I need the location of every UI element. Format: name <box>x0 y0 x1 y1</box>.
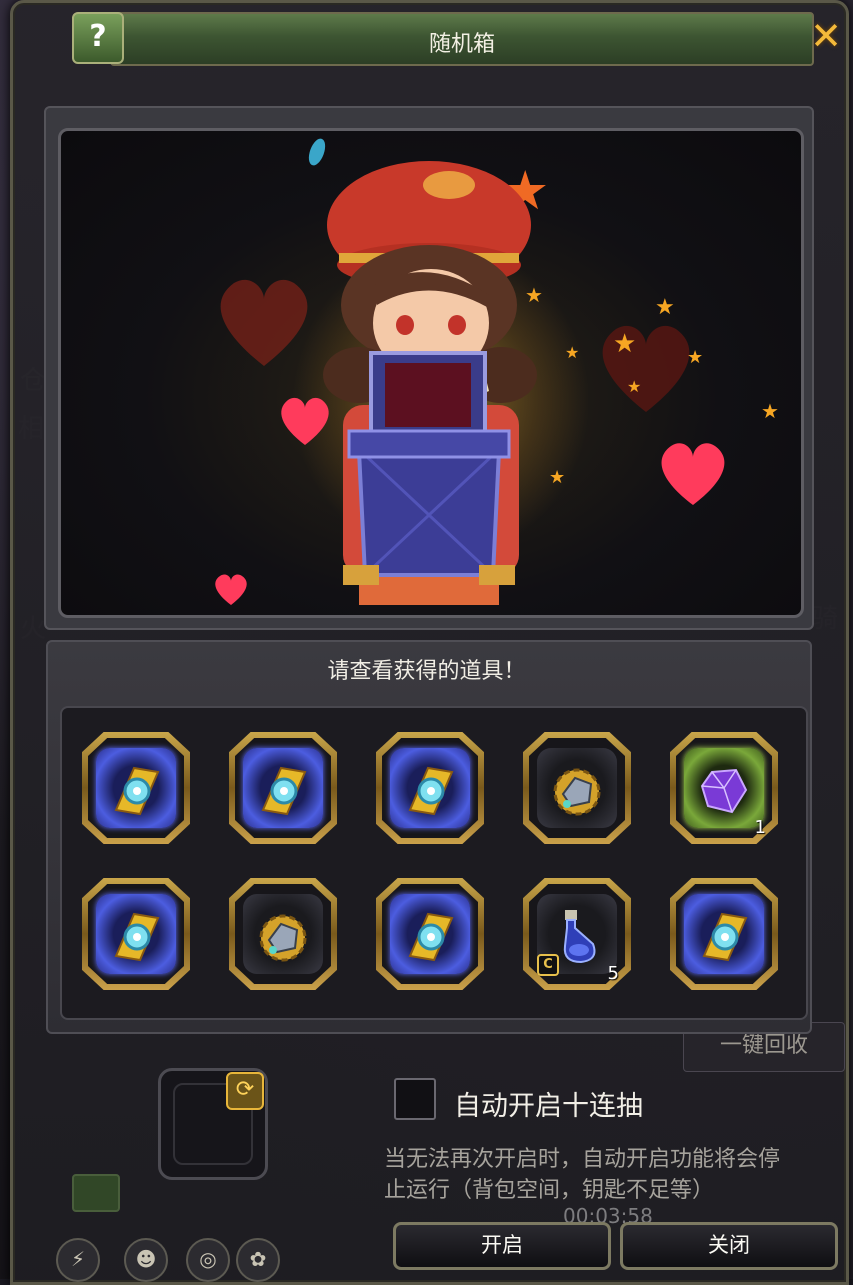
open-button[interactable]: 开启 <box>393 1222 611 1270</box>
item-slot[interactable] <box>82 732 190 844</box>
character-preview: ★ ★ ★ ★ ★ ★ ★ ★ ★ <box>58 128 804 618</box>
close-icon[interactable]: ✕ <box>806 14 846 58</box>
heart-icon <box>602 325 690 412</box>
item-slot[interactable] <box>376 878 484 990</box>
party-icon[interactable]: ☻ <box>124 1238 168 1282</box>
item-quantity: 5 <box>607 963 619 984</box>
item-slot[interactable] <box>376 732 484 844</box>
auto-open-label: 自动开启十连抽 <box>454 1091 643 1122</box>
character-holding-chest <box>323 161 537 605</box>
window-title: 随机箱 <box>428 32 495 57</box>
gold-compass-emblem-icon <box>261 766 307 816</box>
star-icon: ★ <box>761 399 779 423</box>
refresh-icon[interactable]: ⟳ <box>226 1072 264 1110</box>
item-slot[interactable] <box>229 878 337 990</box>
note-line: 止运行（背包空间，钥匙不足等） <box>384 1178 715 1203</box>
note-line: 当无法再次开启时，自动开启功能将会停 <box>384 1147 781 1172</box>
auto-open-note: 当无法再次开启时，自动开启功能将会停 止运行（背包空间，钥匙不足等） <box>384 1144 780 1206</box>
purple-crystal-icon <box>700 768 748 814</box>
item-slot[interactable] <box>670 878 778 990</box>
item-slot[interactable] <box>523 732 631 844</box>
close-button[interactable]: 关闭 <box>620 1222 838 1270</box>
auto-open-checkbox[interactable] <box>394 1078 436 1120</box>
heart-icon <box>661 443 725 505</box>
gold-compass-emblem-icon <box>114 766 160 816</box>
item-slot[interactable] <box>82 878 190 990</box>
bag-icon[interactable]: ◎ <box>186 1238 230 1282</box>
settings-icon[interactable]: ✿ <box>236 1238 280 1282</box>
item-quantity: 1 <box>754 817 766 838</box>
title-bar: 随机箱 <box>110 12 814 66</box>
gold-compass-emblem-icon <box>408 912 454 962</box>
heart-icon <box>215 574 247 605</box>
help-button[interactable]: ? <box>72 12 124 64</box>
gold-compass-emblem-icon <box>408 766 454 816</box>
lightning-icon[interactable]: ⚡ <box>56 1238 100 1282</box>
item-slot[interactable]: 1 <box>670 732 778 844</box>
star-icon: ★ <box>687 347 704 368</box>
gold-gear-ore-icon <box>259 914 307 962</box>
gold-compass-emblem-icon <box>702 912 748 962</box>
cash-item-badge: C <box>537 954 559 976</box>
gold-compass-emblem-icon <box>114 912 160 962</box>
item-slot[interactable] <box>229 732 337 844</box>
star-icon: ★ <box>627 377 642 396</box>
gold-gear-ore-icon <box>553 768 601 816</box>
star-icon: ★ <box>655 295 675 320</box>
leaf-icon[interactable] <box>72 1174 120 1212</box>
result-hint: 请查看获得的道具！ <box>327 659 526 684</box>
item-slot[interactable]: C 5 <box>523 878 631 990</box>
star-icon: ★ <box>613 329 637 359</box>
